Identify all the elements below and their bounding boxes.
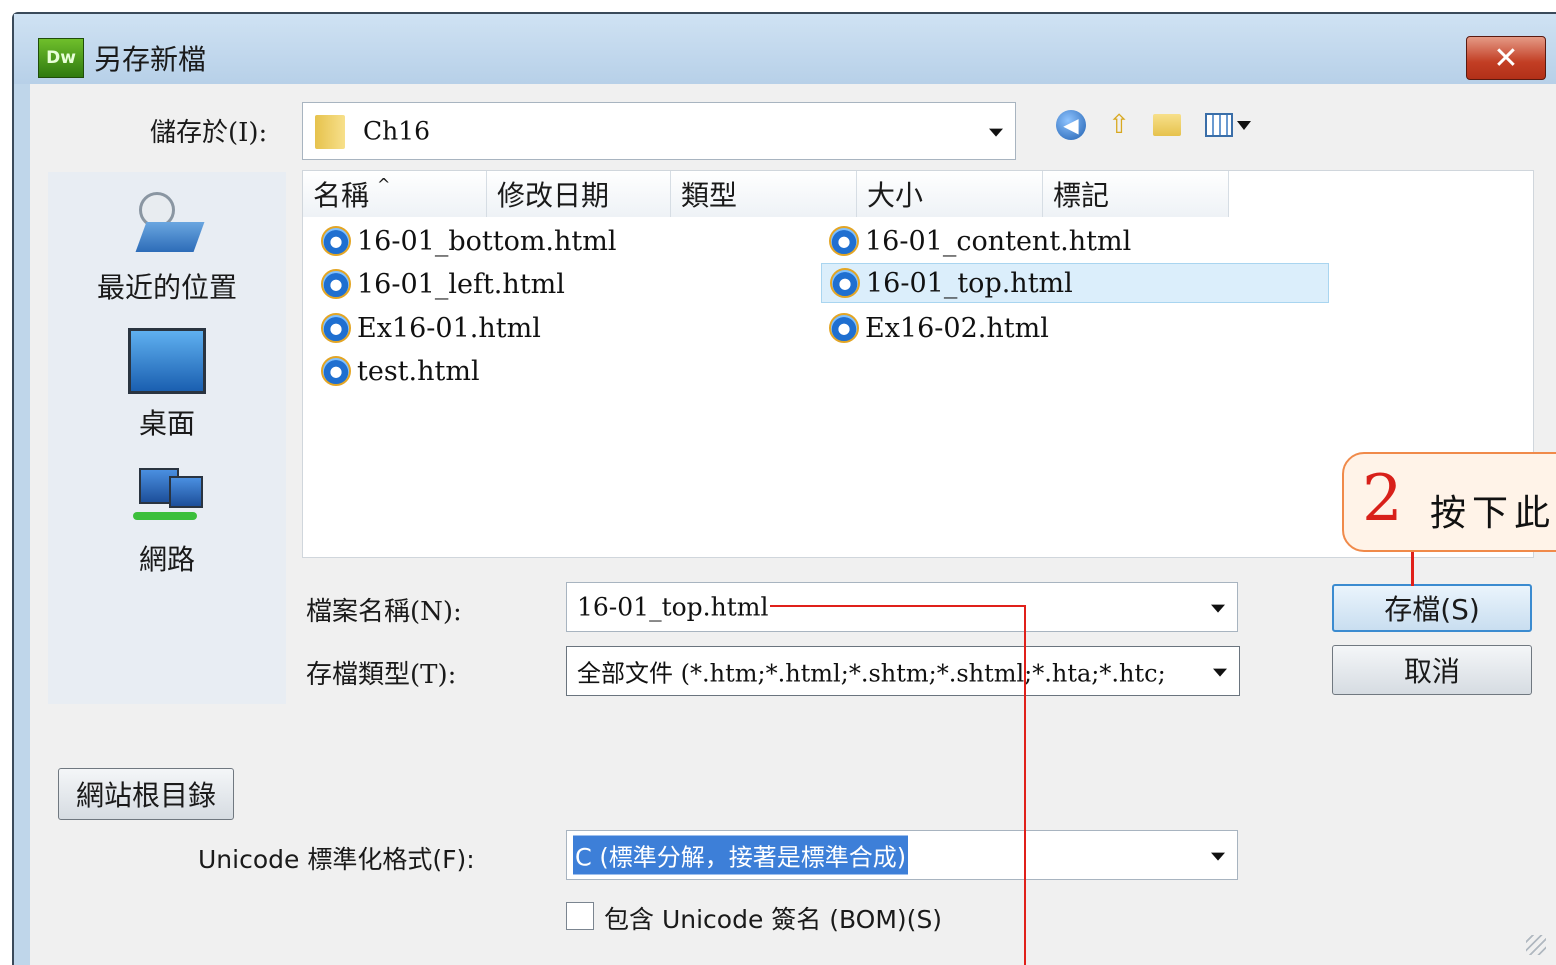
ie-html-icon	[321, 313, 351, 343]
place-desktop[interactable]: 桌面	[48, 328, 286, 442]
up-folder-button[interactable]: ⇧	[1102, 108, 1136, 142]
folder-icon	[315, 115, 345, 149]
dreamweaver-app-icon: Dw	[38, 38, 84, 78]
view-grid-icon	[1205, 113, 1233, 137]
bom-checkbox[interactable]	[566, 902, 594, 930]
ie-html-icon	[321, 226, 351, 256]
chevron-down-icon	[1211, 852, 1225, 861]
up-folder-icon: ⇧	[1108, 110, 1130, 140]
step-text: 按下此	[1430, 493, 1556, 534]
filetype-value: 全部文件 (*.htm;*.html;*.shtm;*.shtml;*.hta;…	[577, 659, 1166, 688]
ie-html-icon	[829, 313, 859, 343]
callout-pointer-line	[1411, 552, 1414, 586]
new-folder-button[interactable]	[1150, 108, 1184, 142]
desktop-icon	[128, 328, 206, 394]
unicode-normalization-dropdown[interactable]: C (標準分解，接著是標準合成)	[566, 830, 1238, 880]
file-item[interactable]: 16-01_content.html	[829, 221, 1131, 261]
filename-value: 16-01_top.html	[577, 592, 769, 622]
window-title: 另存新檔	[94, 43, 207, 76]
save-in-value: Ch16	[363, 116, 431, 146]
ie-html-icon	[321, 269, 351, 299]
sort-ascending-icon: ^	[377, 174, 391, 194]
annotation-line-vertical	[1024, 605, 1026, 965]
cancel-button[interactable]: 取消	[1332, 645, 1532, 695]
back-arrow-icon: ◀	[1056, 110, 1086, 140]
view-dropdown-icon	[1237, 120, 1251, 130]
filetype-label: 存檔類型(T):	[306, 660, 457, 690]
ie-html-icon	[829, 226, 859, 256]
network-icon	[129, 466, 205, 530]
resize-grip[interactable]	[1526, 935, 1546, 955]
new-folder-icon	[1153, 114, 1181, 136]
recent-places-icon	[131, 186, 205, 258]
chevron-down-icon	[1213, 668, 1227, 677]
chevron-down-icon	[1211, 604, 1225, 613]
file-item[interactable]: test.html	[321, 351, 480, 391]
place-network-label: 網路	[138, 543, 195, 576]
file-item-selected[interactable]: 16-01_top.html	[821, 263, 1329, 303]
column-header-size[interactable]: 大小	[857, 171, 1043, 217]
step-number: 2	[1362, 462, 1403, 536]
column-header-name[interactable]: 名稱 ^	[303, 171, 487, 217]
filename-input[interactable]: 16-01_top.html	[566, 582, 1238, 632]
file-item[interactable]: 16-01_bottom.html	[321, 221, 617, 261]
file-item[interactable]: 16-01_left.html	[321, 264, 565, 304]
back-button[interactable]: ◀	[1054, 108, 1088, 142]
annotation-line-horizontal	[770, 605, 1026, 607]
filename-label: 檔案名稱(N):	[306, 597, 462, 627]
ie-html-icon	[830, 268, 860, 298]
unicode-normalization-label: Unicode 標準化格式(F):	[198, 845, 475, 874]
save-button[interactable]: 存檔(S)	[1332, 584, 1532, 632]
places-bar: 最近的位置 桌面 網路	[48, 172, 286, 704]
save-in-label: 儲存於(I):	[150, 118, 268, 148]
file-item[interactable]: Ex16-02.html	[829, 308, 1049, 348]
view-menu-button[interactable]	[1198, 108, 1258, 142]
close-button[interactable]: ✕	[1466, 36, 1546, 80]
filetype-dropdown[interactable]: 全部文件 (*.htm;*.html;*.shtm;*.shtml;*.hta;…	[566, 646, 1240, 696]
title-bar: Dw 另存新檔 ✕	[14, 14, 1556, 84]
close-icon: ✕	[1493, 40, 1519, 76]
step-callout: 2 按下此	[1342, 452, 1556, 552]
column-header-modified[interactable]: 修改日期	[487, 171, 671, 217]
place-desktop-label: 桌面	[138, 407, 195, 440]
place-recent[interactable]: 最近的位置	[48, 186, 286, 306]
column-header-tags[interactable]: 標記	[1043, 171, 1229, 217]
chevron-down-icon	[989, 128, 1003, 137]
ie-html-icon	[321, 356, 351, 386]
bom-checkbox-label: 包含 Unicode 簽名 (BOM)(S)	[604, 905, 943, 934]
file-item[interactable]: Ex16-01.html	[321, 308, 541, 348]
place-network[interactable]: 網路	[48, 466, 286, 578]
save-in-dropdown[interactable]: Ch16	[302, 102, 1016, 160]
site-root-button[interactable]: 網站根目錄	[58, 768, 234, 820]
place-recent-label: 最近的位置	[96, 271, 237, 304]
column-header-type[interactable]: 類型	[671, 171, 857, 217]
unicode-normalization-value: C (標準分解，接著是標準合成)	[573, 835, 909, 875]
